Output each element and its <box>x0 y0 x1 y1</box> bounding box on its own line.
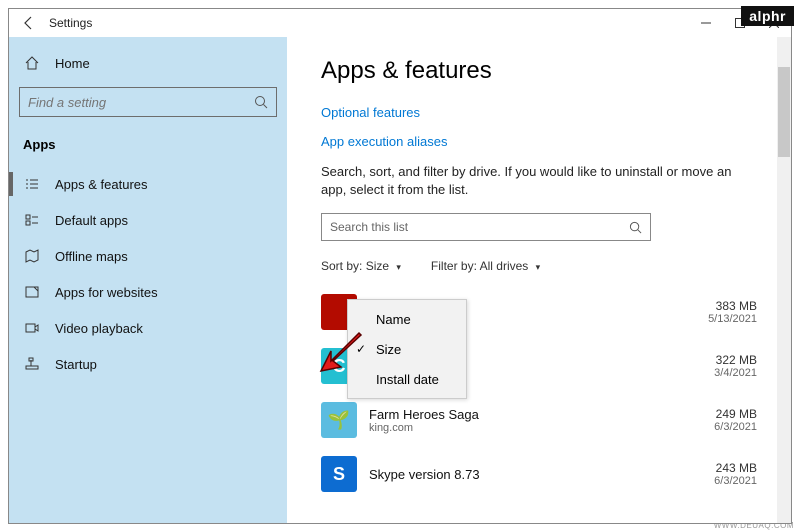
sidebar-item-label: Offline maps <box>55 249 128 264</box>
search-icon <box>254 95 268 109</box>
websites-icon <box>23 283 41 301</box>
find-setting-search[interactable] <box>19 87 277 117</box>
app-list-search[interactable]: Search this list <box>321 213 651 241</box>
sort-by-control[interactable]: Sort by: Size ▾ <box>321 259 401 273</box>
sort-option-label: Name <box>376 312 411 327</box>
defaults-icon <box>23 211 41 229</box>
filter-value: All drives <box>480 259 529 273</box>
sidebar-item-default-apps[interactable]: Default apps <box>9 202 287 238</box>
sidebar-item-label: Video playback <box>55 321 143 336</box>
chevron-down-icon: ▾ <box>536 262 541 272</box>
sidebar: Home Apps Apps & features Default apps <box>9 37 287 523</box>
map-icon <box>23 247 41 265</box>
app-row[interactable]: 🌱 Farm Heroes Sagaking.com 249 MB6/3/2021 <box>321 393 757 447</box>
app-date: 3/4/2021 <box>714 367 757 379</box>
sort-option-label: Size <box>376 342 401 357</box>
back-button[interactable] <box>9 9 49 37</box>
sort-option-label: Install date <box>376 372 439 387</box>
sidebar-item-offline-maps[interactable]: Offline maps <box>9 238 287 274</box>
list-icon <box>23 175 41 193</box>
description-text: Search, sort, and filter by drive. If yo… <box>321 163 741 199</box>
sidebar-item-video-playback[interactable]: Video playback <box>9 310 287 346</box>
link-optional-features[interactable]: Optional features <box>321 105 757 120</box>
cursor-arrow-annotation <box>319 327 369 387</box>
titlebar: Settings <box>9 9 791 37</box>
app-icon: 🌱 <box>321 402 357 438</box>
settings-window: Settings Home Apps <box>8 8 792 524</box>
sidebar-home-label: Home <box>55 56 90 71</box>
content-area: Apps & features Optional features App ex… <box>287 37 791 523</box>
app-date: 5/13/2021 <box>708 313 757 325</box>
app-search-placeholder: Search this list <box>330 220 629 234</box>
filter-label: Filter by: <box>431 259 477 273</box>
app-date: 6/3/2021 <box>714 475 757 487</box>
scroll-thumb[interactable] <box>778 67 790 157</box>
window-title: Settings <box>49 16 92 30</box>
home-icon <box>23 54 41 72</box>
minimize-button[interactable] <box>689 9 723 37</box>
video-icon <box>23 319 41 337</box>
sidebar-item-label: Default apps <box>55 213 128 228</box>
sidebar-item-apps-websites[interactable]: Apps for websites <box>9 274 287 310</box>
app-row[interactable]: S Skype version 8.73 243 MB6/3/2021 <box>321 447 757 501</box>
filter-by-control[interactable]: Filter by: All drives ▾ <box>431 259 540 273</box>
sidebar-section-label: Apps <box>9 131 287 166</box>
sidebar-item-label: Apps & features <box>55 177 148 192</box>
sort-value: Size <box>366 259 389 273</box>
sort-label: Sort by: <box>321 259 362 273</box>
app-size: 322 MB <box>714 353 757 367</box>
app-name: Skype version 8.73 <box>369 467 702 482</box>
sidebar-home[interactable]: Home <box>9 45 287 81</box>
scrollbar[interactable] <box>777 37 791 523</box>
sidebar-item-label: Apps for websites <box>55 285 158 300</box>
chevron-down-icon: ▾ <box>396 262 401 272</box>
page-heading: Apps & features <box>321 57 757 85</box>
sidebar-item-apps-features[interactable]: Apps & features <box>9 166 287 202</box>
find-setting-input[interactable] <box>28 95 254 110</box>
app-name: Farm Heroes Saga <box>369 407 702 422</box>
app-size: 243 MB <box>714 461 757 475</box>
watermark-badge: alphr <box>741 6 794 26</box>
search-icon <box>629 221 642 234</box>
app-icon: S <box>321 456 357 492</box>
link-execution-aliases[interactable]: App execution aliases <box>321 134 757 149</box>
startup-icon <box>23 355 41 373</box>
sidebar-item-label: Startup <box>55 357 97 372</box>
app-publisher: king.com <box>369 422 702 434</box>
app-size: 249 MB <box>714 407 757 421</box>
app-date: 6/3/2021 <box>714 421 757 433</box>
app-size: 383 MB <box>708 299 757 313</box>
sidebar-item-startup[interactable]: Startup <box>9 346 287 382</box>
